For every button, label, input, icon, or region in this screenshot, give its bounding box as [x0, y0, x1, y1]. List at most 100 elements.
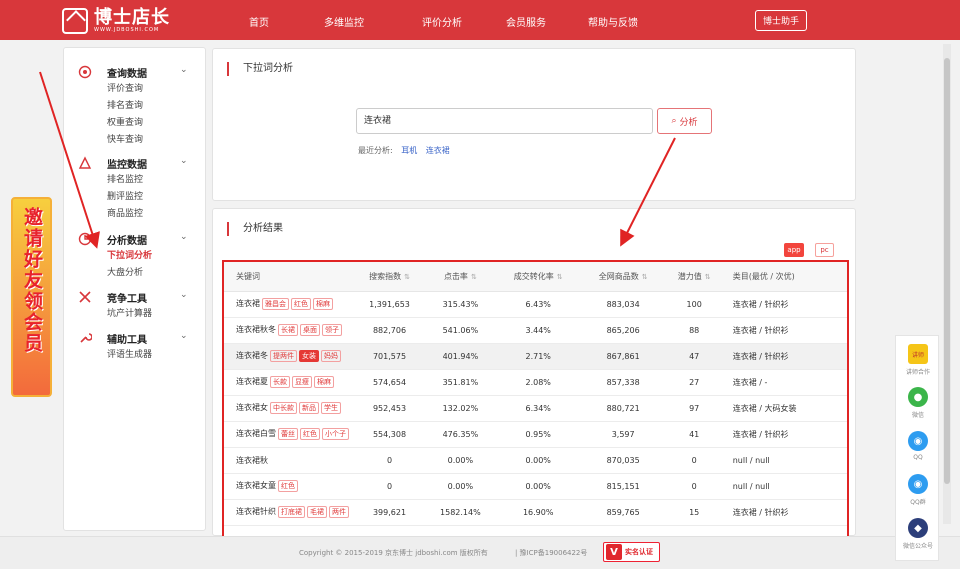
col-search-index[interactable]: 搜索指数 ⇅: [354, 262, 426, 292]
table-row[interactable]: 连衣裙秋 0 0.00% 0.00% 870,035 0 null / null: [224, 447, 847, 474]
sidebar-item-rank-monitor[interactable]: 排名监控: [64, 172, 207, 189]
keyword-tag[interactable]: 长款: [270, 376, 290, 388]
sidebar-group-header[interactable]: 查询数据 ⌄: [64, 63, 207, 81]
keyword-tag[interactable]: 长裙: [278, 324, 298, 336]
cell-keyword: 连衣裙女 中长款 新品 学生: [224, 395, 354, 422]
cell-goods: 3,597: [580, 421, 666, 448]
icp-text[interactable]: | 豫ICP备19006422号: [515, 548, 587, 558]
cell-ctr: 476.35%: [425, 421, 496, 448]
cell-goods: 859,765: [580, 499, 666, 526]
sidebar-item-weight-query[interactable]: 权重查询: [64, 115, 207, 132]
sidebar-group-header[interactable]: 分析数据 ⌄: [64, 230, 207, 248]
table-row[interactable]: 连衣裙夏 长款 显瘦 棉麻 574,654 351.81% 2.08% 857,338 27 连衣…: [224, 369, 847, 396]
cell-category: 连衣裙 / 针织衫: [722, 343, 847, 370]
keyword-tag[interactable]: 新品: [299, 402, 319, 414]
cell-ctr: 541.06%: [425, 317, 496, 344]
cell-goods: 865,206: [580, 317, 666, 344]
sidebar-item-review-query[interactable]: 评价查询: [64, 81, 207, 98]
col-potential[interactable]: 潜力值 ⇅: [665, 262, 723, 292]
tool-qq-group[interactable]: ◉ QQ群: [896, 474, 940, 506]
table-row[interactable]: 连衣裙白雪 蕾丝 红色 小个子 554,308 476.35% 0.95% 3,597 41 连衣…: [224, 421, 847, 448]
keyword-tag[interactable]: 提两件: [270, 350, 297, 362]
keyword-tag[interactable]: 红色: [291, 298, 311, 310]
keyword-tag[interactable]: 棉麻: [314, 376, 334, 388]
scrollbar[interactable]: [943, 44, 951, 524]
invite-promo-banner[interactable]: 邀请好友领会员: [11, 197, 52, 397]
scrollbar-thumb[interactable]: [944, 58, 950, 484]
verified-badge-label: 实名认证: [625, 548, 653, 556]
sidebar-item-output-calculator[interactable]: 坑产计算器: [64, 306, 207, 323]
col-category: 类目(最优 / 次优): [722, 262, 847, 292]
nav-help[interactable]: 帮助与反馈: [588, 14, 638, 29]
logo-title: 博士店长: [94, 7, 170, 28]
recent-item-dress[interactable]: 连衣裙: [426, 146, 450, 155]
sidebar-item-market-analysis[interactable]: 大盘分析: [64, 265, 207, 282]
keyword-tag[interactable]: 桌面: [300, 324, 320, 336]
sidebar-group-header[interactable]: 监控数据 ⌄: [64, 154, 207, 172]
cell-search-index: 0: [354, 447, 426, 474]
wechat-icon: ●: [908, 387, 928, 407]
nav-member[interactable]: 会员服务: [506, 14, 546, 29]
cell-goods: 880,721: [580, 395, 666, 422]
analyze-button[interactable]: ⌕ 分析: [657, 108, 712, 134]
keyword-tag[interactable]: 红色: [278, 480, 298, 492]
chevron-down-icon: ⌄: [180, 156, 188, 166]
cell-potential: 41: [665, 421, 723, 448]
sidebar-item-express-query[interactable]: 快车查询: [64, 132, 207, 149]
sidebar-group-compete: 竞争工具 ⌄ 坑产计算器: [64, 288, 207, 323]
keyword-tag[interactable]: 打底裙: [278, 506, 305, 518]
app-toggle[interactable]: app: [784, 243, 804, 257]
analysis-icon: [78, 232, 92, 246]
keyword-tag[interactable]: 显瘦: [292, 376, 312, 388]
tool-qq[interactable]: ◉ QQ: [896, 431, 940, 461]
nav-review-analysis[interactable]: 评价分析: [422, 14, 462, 29]
sidebar-group-header[interactable]: 辅助工具 ⌄: [64, 329, 207, 347]
keyword-tag[interactable]: 学生: [321, 402, 341, 414]
table-row[interactable]: 连衣裙女 中长款 新品 学生 952,453 132.02% 6.34% 880,721 97 连…: [224, 395, 847, 422]
tool-wechat-official[interactable]: ◆ 微信公众号: [896, 518, 940, 550]
nav-home[interactable]: 首页: [249, 14, 269, 29]
helper-button[interactable]: 博士助手: [755, 10, 807, 31]
keyword-tag[interactable]: 妈妈: [321, 350, 341, 362]
recent-analyses: 最近分析: 耳机 连衣裙: [358, 145, 450, 156]
keyword-tag[interactable]: 中长款: [270, 402, 297, 414]
keyword-tag[interactable]: 女装: [299, 350, 319, 362]
col-ctr[interactable]: 点击率 ⇅: [425, 262, 496, 292]
recent-item-earphone[interactable]: 耳机: [401, 146, 417, 155]
keyword-tag[interactable]: 毛裙: [307, 506, 327, 518]
col-cvr[interactable]: 成交转化率 ⇅: [495, 262, 581, 292]
sidebar-item-product-monitor[interactable]: 商品监控: [64, 206, 207, 223]
logo-icon: [62, 7, 88, 34]
sidebar-item-rank-query[interactable]: 排名查询: [64, 98, 207, 115]
keyword-tag[interactable]: 雅昌会: [262, 298, 289, 310]
logo[interactable]: 博士店长 WWW.JDBOSHI.COM: [62, 7, 170, 34]
sidebar-item-comment-generator[interactable]: 评语生成器: [64, 347, 207, 364]
sidebar-item-delete-review-monitor[interactable]: 删评监控: [64, 189, 207, 206]
keyword-tag[interactable]: 棉麻: [313, 298, 333, 310]
sidebar-item-dropdown-word-analysis[interactable]: 下拉词分析: [64, 248, 207, 265]
keyword-tag[interactable]: 蕾丝: [278, 428, 298, 440]
footer: Copyright © 2015-2019 京东博士 jdboshi.com 版…: [0, 536, 960, 569]
keyword-tag[interactable]: 小个子: [322, 428, 349, 440]
keyword-tag[interactable]: 红色: [300, 428, 320, 440]
sidebar-group-header[interactable]: 竞争工具 ⌄: [64, 288, 207, 306]
cell-cvr: 2.08%: [495, 369, 581, 396]
verified-badge[interactable]: V 实名认证: [603, 542, 660, 562]
chevron-down-icon: ⌄: [180, 65, 188, 75]
pc-toggle[interactable]: pc: [815, 243, 834, 257]
tool-wechat[interactable]: ● 微信: [896, 387, 940, 419]
keyword-tag[interactable]: 两件: [329, 506, 349, 518]
query-icon: [78, 65, 92, 79]
table-row[interactable]: 连衣裙 雅昌会 红色 棉麻 1,391,653 315.43% 6.43% 883,034 10…: [224, 291, 847, 318]
tool-cooperation[interactable]: 讲师 讲师合作: [896, 344, 940, 376]
table-row[interactable]: 连衣裙秋冬 长裙 桌面 领子 882,706 541.06% 3.44% 865,206 88 连…: [224, 317, 847, 344]
chevron-down-icon: ⌄: [180, 331, 188, 341]
cell-ctr: 401.94%: [425, 343, 496, 370]
keyword-search-input[interactable]: 连衣裙: [356, 108, 653, 134]
keyword-tag[interactable]: 领子: [322, 324, 342, 336]
col-goods[interactable]: 全网商品数 ⇅: [580, 262, 666, 292]
table-row[interactable]: 连衣裙冬 提两件 女装 妈妈 701,575 401.94% 2.71% 867,861 47 连…: [224, 343, 847, 370]
table-row[interactable]: 连衣裙针织 打底裙 毛裙 两件 399,621 1582.14% 16.90% 859,765…: [224, 499, 847, 526]
nav-monitor[interactable]: 多维监控: [324, 14, 364, 29]
table-row[interactable]: 连衣裙女童 红色 0 0.00% 0.00% 815,151 0 null / null: [224, 473, 847, 500]
